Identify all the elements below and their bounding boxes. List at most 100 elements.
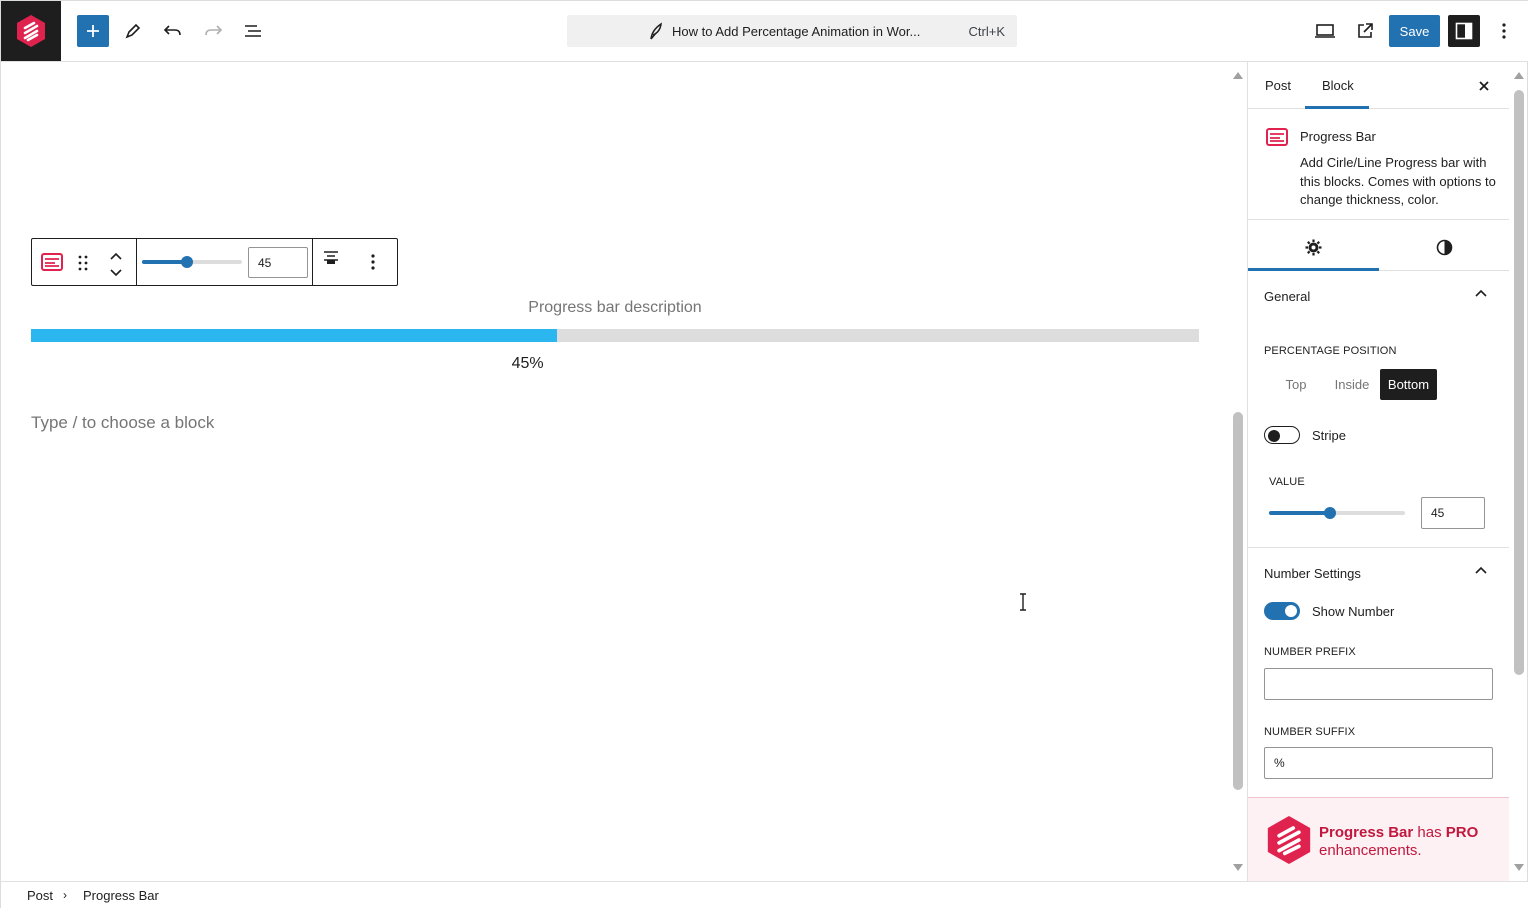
- scroll-down-icon: [1514, 864, 1524, 871]
- show-number-toggle[interactable]: [1264, 602, 1300, 620]
- redo-icon: [205, 25, 223, 36]
- value-number-field[interactable]: 45: [1421, 497, 1485, 529]
- plus-icon: [87, 25, 99, 37]
- brand-logo-icon: [1267, 816, 1311, 864]
- block-type-button[interactable]: [41, 252, 63, 277]
- scroll-up-icon: [1233, 72, 1243, 79]
- pen-icon: [125, 23, 141, 39]
- value-range-slider[interactable]: [1269, 507, 1405, 519]
- document-title: How to Add Percentage Animation in Wor..…: [672, 23, 921, 39]
- move-down-button[interactable]: [108, 265, 124, 283]
- value-number-input[interactable]: 45: [248, 247, 308, 278]
- editor-window: How to Add Percentage Animation in Wor..…: [0, 0, 1528, 909]
- number-prefix-field[interactable]: [1264, 668, 1493, 700]
- editor-canvas[interactable]: 45 Progress bar description 45% Type / t…: [1, 62, 1229, 881]
- undo-icon: [163, 25, 181, 36]
- toggle-knob: [1285, 605, 1297, 617]
- breadcrumb: Post › Progress Bar: [1, 881, 1528, 909]
- canvas-scrollbar[interactable]: [1229, 62, 1247, 881]
- progress-bar-block-icon: [41, 253, 63, 271]
- redo-button[interactable]: [197, 15, 229, 47]
- position-bottom-button[interactable]: Bottom: [1380, 369, 1437, 400]
- settings-sidebar: Post Block Progress Bar Add Cirle/Line P…: [1247, 62, 1509, 881]
- block-description: Add Cirle/Line Progress bar with this bl…: [1300, 155, 1496, 207]
- progress-bar-description[interactable]: Progress bar description: [31, 299, 1199, 317]
- progress-bar-block-icon: [1266, 128, 1288, 146]
- section-divider: [1248, 547, 1509, 548]
- chevron-down-icon: [110, 269, 122, 277]
- block-appender-placeholder[interactable]: Type / to choose a block: [31, 413, 214, 433]
- number-settings-title[interactable]: Number Settings: [1264, 566, 1361, 581]
- breadcrumb-item-post[interactable]: Post: [27, 888, 53, 903]
- general-section-title[interactable]: General: [1264, 289, 1310, 304]
- breadcrumb-separator-icon: ›: [63, 888, 67, 902]
- block-options-button[interactable]: [371, 254, 375, 275]
- tools-button[interactable]: [117, 15, 149, 47]
- progress-bar-track[interactable]: [31, 329, 1199, 342]
- slider-fill: [1269, 511, 1331, 515]
- block-title: Progress Bar: [1300, 129, 1376, 144]
- number-suffix-field[interactable]: %: [1264, 747, 1493, 779]
- move-up-button[interactable]: [108, 248, 124, 266]
- slider-thumb[interactable]: [1324, 507, 1337, 519]
- site-logo[interactable]: [1, 1, 61, 61]
- toggle-knob: [1268, 430, 1280, 442]
- progress-percent-label: 45%: [511, 355, 544, 372]
- preview-button[interactable]: [1349, 15, 1381, 47]
- settings-toggle-button[interactable]: [1448, 15, 1480, 47]
- pro-promo-banner[interactable]: Progress Bar has PRO enhancements.: [1248, 797, 1509, 881]
- promo-has: has: [1417, 824, 1442, 841]
- block-card: Progress Bar Add Cirle/Line Progress bar…: [1248, 110, 1509, 220]
- feather-icon: [650, 22, 662, 40]
- align-button[interactable]: [322, 250, 340, 273]
- undo-button[interactable]: [157, 15, 189, 47]
- block-toolbar: 45: [31, 238, 398, 286]
- stripe-toggle[interactable]: [1264, 426, 1300, 444]
- document-overview-button[interactable]: [237, 15, 269, 47]
- position-top-button[interactable]: Top: [1276, 369, 1316, 400]
- sidebar-scroll-thumb[interactable]: [1514, 90, 1524, 675]
- slider-thumb[interactable]: [181, 256, 193, 268]
- tab-block[interactable]: Block: [1322, 78, 1354, 93]
- tab-post[interactable]: Post: [1265, 78, 1291, 93]
- settings-gear-icon[interactable]: [1305, 239, 1322, 256]
- options-menu-button[interactable]: [1488, 15, 1520, 47]
- value-label: VALUE: [1269, 476, 1305, 488]
- toolbar-separator: [312, 239, 313, 285]
- align-center-icon: [324, 251, 338, 264]
- top-toolbar: How to Add Percentage Animation in Wor..…: [1, 1, 1528, 62]
- sidebar-scrollbar[interactable]: [1509, 62, 1528, 881]
- save-button[interactable]: Save: [1389, 15, 1440, 47]
- active-tab-indicator: [1305, 106, 1369, 109]
- chevron-up-icon[interactable]: [1474, 566, 1488, 576]
- breadcrumb-item-progress-bar[interactable]: Progress Bar: [83, 888, 159, 903]
- promo-pro: PRO: [1445, 824, 1479, 841]
- inspector-subtabs: [1248, 222, 1509, 271]
- progress-bar-fill: [31, 329, 557, 342]
- more-vertical-icon: [1502, 23, 1506, 39]
- close-icon[interactable]: [1477, 79, 1491, 93]
- styles-contrast-icon[interactable]: [1436, 239, 1453, 256]
- command-bar[interactable]: How to Add Percentage Animation in Wor..…: [567, 15, 1017, 47]
- chevron-up-icon: [110, 252, 122, 260]
- canvas-scroll-thumb[interactable]: [1233, 412, 1243, 790]
- show-number-label: Show Number: [1312, 604, 1395, 619]
- scroll-up-icon: [1514, 72, 1524, 79]
- toolbar-separator: [136, 239, 137, 285]
- stripe-label: Stripe: [1312, 428, 1346, 443]
- drag-handle-icon: [78, 255, 88, 271]
- chevron-up-icon[interactable]: [1474, 289, 1488, 299]
- sidebar-icon: [1455, 22, 1473, 40]
- value-slider[interactable]: [142, 256, 242, 268]
- active-subtab-indicator: [1248, 268, 1379, 271]
- promo-rest: enhancements.: [1319, 842, 1422, 859]
- scroll-down-icon: [1233, 864, 1243, 871]
- view-button[interactable]: [1309, 15, 1341, 47]
- percentage-position-label: PERCENTAGE POSITION: [1264, 345, 1397, 357]
- position-inside-button[interactable]: Inside: [1328, 369, 1376, 400]
- add-block-button[interactable]: [77, 15, 109, 47]
- more-vertical-icon: [371, 254, 375, 270]
- brand-logo-icon: [17, 15, 45, 47]
- drag-handle[interactable]: [77, 254, 89, 277]
- list-view-icon: [245, 25, 261, 37]
